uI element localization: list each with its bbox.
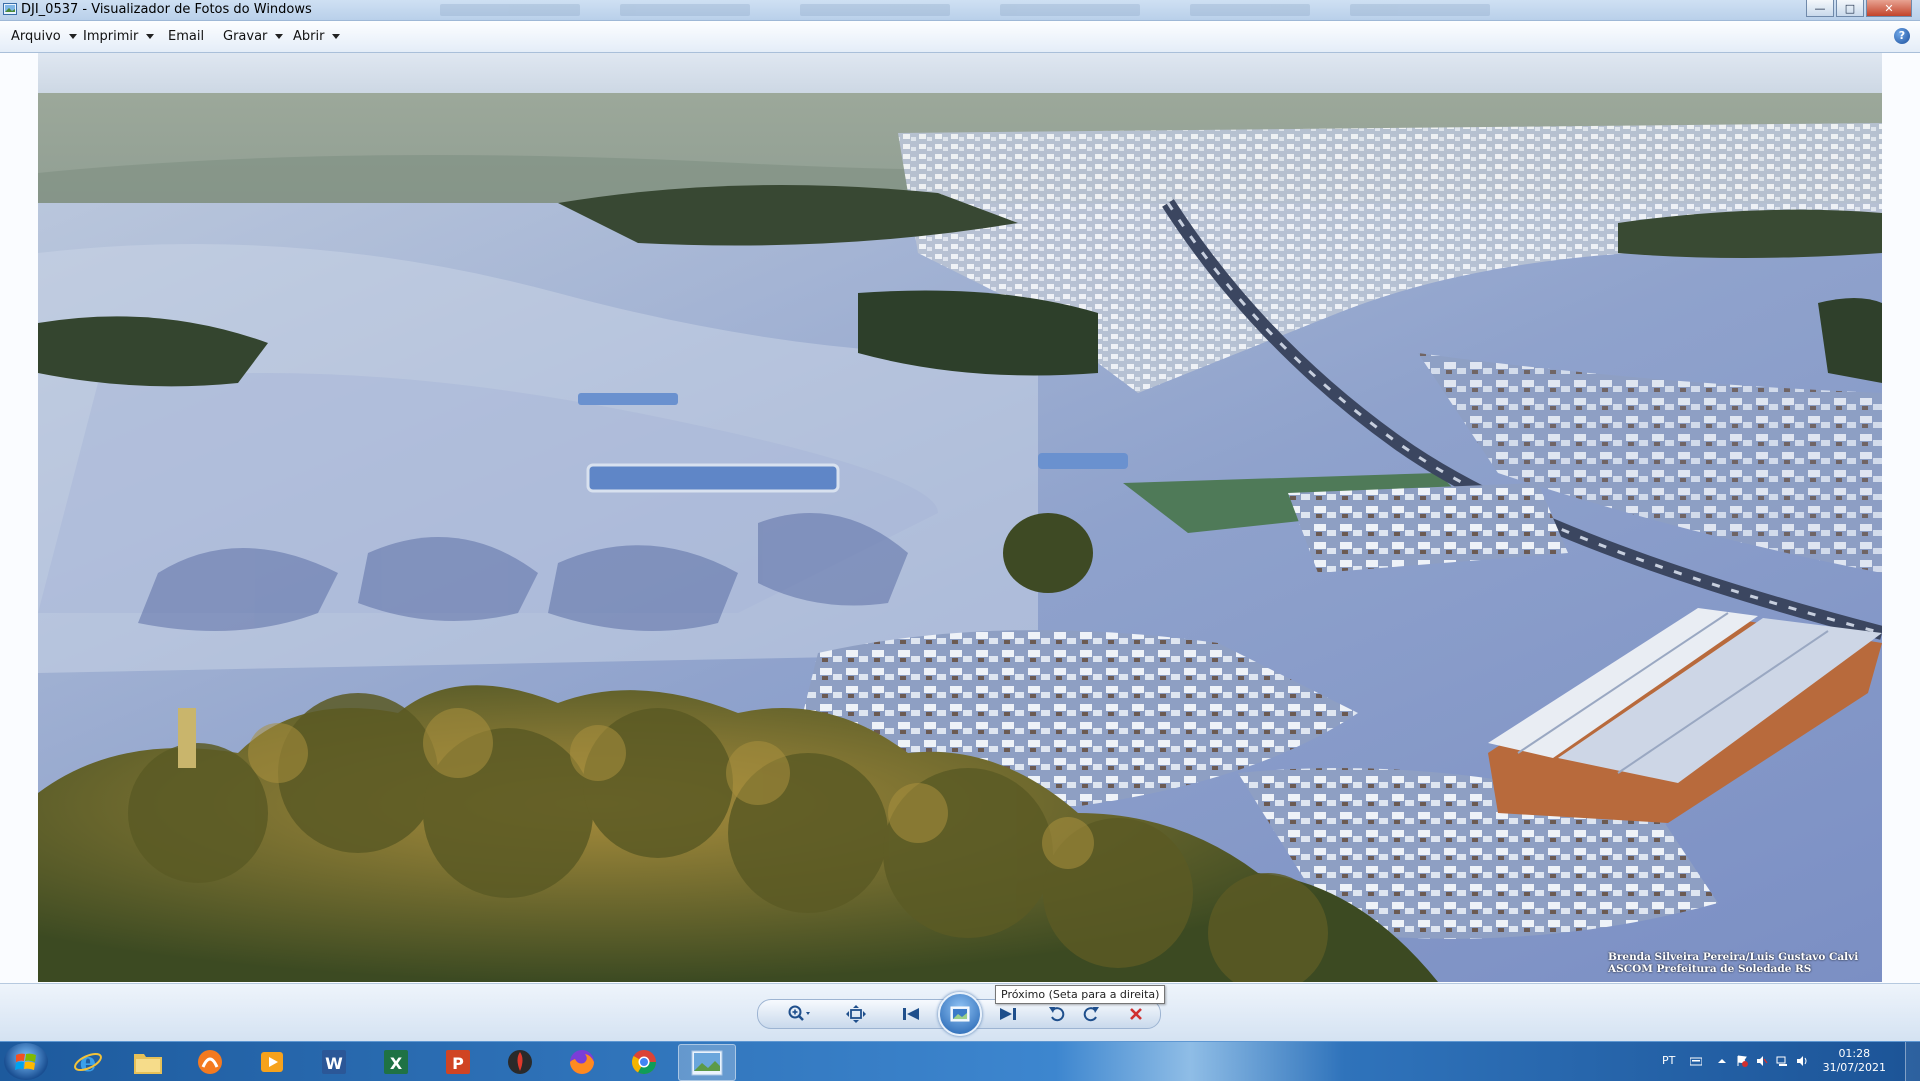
photo-viewport[interactable]: Brenda Silveira Pereira/Luis Gustavo Cal… <box>0 53 1920 983</box>
menu-imprimir-label: Imprimir <box>83 29 139 44</box>
clock-date: 31/07/2021 <box>1822 1061 1886 1074</box>
torch-icon <box>508 1049 532 1074</box>
svg-text:W: W <box>325 1054 343 1073</box>
taskbar-chrome[interactable] <box>616 1044 672 1079</box>
photo-viewer-icon <box>691 1050 723 1075</box>
media-player-icon <box>261 1051 283 1072</box>
rotate-right-button[interactable] <box>1078 1003 1104 1025</box>
menu-arquivo[interactable]: Arquivo <box>11 29 77 44</box>
show-desktop-button[interactable] <box>1905 1042 1920 1081</box>
action-center-flag-icon[interactable] <box>1736 1055 1748 1067</box>
svg-text:X: X <box>390 1054 403 1073</box>
volume-muted-icon[interactable] <box>1756 1055 1768 1067</box>
rotate-left-icon <box>1049 1007 1065 1022</box>
minimize-button[interactable]: — <box>1806 0 1834 17</box>
clock[interactable]: 01:28 31/07/2021 <box>1823 1047 1886 1075</box>
delete-icon <box>1130 1008 1142 1020</box>
taskbar-internet-explorer[interactable]: e <box>60 1044 116 1079</box>
taskbar-word[interactable]: W <box>306 1044 362 1079</box>
chevron-down-icon <box>275 34 284 39</box>
menu-email[interactable]: Email <box>168 29 204 44</box>
powerpoint-icon: P <box>446 1049 470 1074</box>
taskbar-file-explorer[interactable] <box>120 1044 176 1079</box>
viewer-control-bar <box>0 983 1920 1042</box>
excel-icon: X <box>384 1049 408 1074</box>
window-title: DJI_0537 - Visualizador de Fotos do Wind… <box>21 2 312 17</box>
word-icon: W <box>322 1049 346 1074</box>
rotate-left-button[interactable] <box>1044 1003 1070 1025</box>
menu-email-label: Email <box>168 29 205 44</box>
menu-abrir[interactable]: Abrir <box>293 29 341 44</box>
caption-line-1: Brenda Silveira Pereira/Luis Gustavo Cal… <box>1608 951 1859 963</box>
menu-gravar[interactable]: Gravar <box>223 29 284 44</box>
menu-arquivo-label: Arquivo <box>11 29 61 44</box>
previous-icon <box>903 1008 919 1020</box>
slideshow-button[interactable] <box>938 992 982 1036</box>
zoom-button[interactable] <box>786 1003 812 1025</box>
taskbar-avast[interactable] <box>182 1044 238 1079</box>
close-button[interactable]: ✕ <box>1866 0 1912 17</box>
system-tray: PT 01:28 31/07/2021 <box>1620 1042 1920 1081</box>
menu-gravar-label: Gravar <box>223 29 268 44</box>
window-titlebar[interactable]: DJI_0537 - Visualizador de Fotos do Wind… <box>0 0 1920 21</box>
caption-line-2: ASCOM Prefeitura de Soledade RS <box>1608 963 1812 975</box>
actual-size-button[interactable] <box>843 1003 869 1025</box>
chrome-icon <box>631 1049 656 1074</box>
chevron-down-icon <box>68 34 77 39</box>
next-icon <box>1000 1008 1016 1020</box>
speaker-icon[interactable] <box>1796 1055 1808 1067</box>
show-hidden-icons-icon[interactable] <box>1716 1055 1728 1067</box>
slideshow-icon <box>950 1006 970 1022</box>
background-window-tabs <box>420 0 1720 20</box>
keyboard-icon[interactable] <box>1690 1055 1702 1067</box>
taskbar-excel[interactable]: X <box>368 1044 424 1079</box>
delete-button[interactable] <box>1123 1003 1149 1025</box>
menu-imprimir[interactable]: Imprimir <box>83 29 155 44</box>
actual-size-icon <box>846 1005 866 1023</box>
internet-explorer-icon: e <box>74 1048 102 1077</box>
windows-logo-icon <box>15 1053 36 1070</box>
aerial-photo <box>38 53 1882 982</box>
menu-bar: Arquivo Imprimir Email Gravar Abrir ? <box>0 21 1920 53</box>
svg-text:e: e <box>80 1048 97 1077</box>
photo-viewer-app-icon <box>3 3 17 15</box>
next-button-tooltip: Próximo (Seta para a direita) <box>995 985 1166 1004</box>
clock-time: 01:28 <box>1838 1047 1871 1060</box>
svg-text:P: P <box>452 1054 464 1073</box>
taskbar-media-player[interactable] <box>244 1044 300 1079</box>
chevron-down-icon <box>146 34 155 39</box>
taskbar-photo-viewer[interactable] <box>678 1044 736 1081</box>
chevron-down-icon <box>332 34 341 39</box>
file-explorer-icon <box>134 1053 162 1074</box>
avast-icon <box>198 1049 222 1074</box>
taskbar-powerpoint[interactable]: P <box>430 1044 486 1079</box>
firefox-icon <box>570 1049 594 1074</box>
rotate-right-icon <box>1083 1007 1099 1022</box>
start-button[interactable] <box>4 1043 48 1080</box>
windows-taskbar: e W X P PT 01:28 31/07/2021 <box>0 1041 1920 1081</box>
network-icon[interactable] <box>1776 1055 1788 1067</box>
help-icon[interactable]: ? <box>1894 28 1910 44</box>
photo-credit-caption: Brenda Silveira Pereira/Luis Gustavo Cal… <box>1608 951 1858 975</box>
menu-abrir-label: Abrir <box>293 29 325 44</box>
language-indicator[interactable]: PT <box>1662 1054 1675 1067</box>
next-button[interactable] <box>995 1003 1021 1025</box>
maximize-button[interactable]: □ <box>1836 0 1864 17</box>
taskbar-firefox[interactable] <box>554 1044 610 1079</box>
zoom-icon <box>788 1005 810 1021</box>
previous-button[interactable] <box>898 1003 924 1025</box>
taskbar-torch[interactable] <box>492 1044 548 1079</box>
